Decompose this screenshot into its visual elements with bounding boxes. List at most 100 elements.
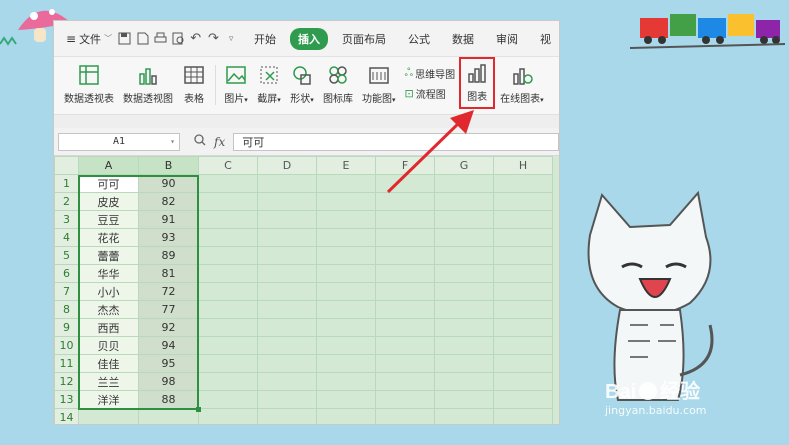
cell-empty[interactable]: [375, 318, 435, 337]
cell-empty[interactable]: [434, 264, 494, 283]
row-header[interactable]: 9: [54, 318, 79, 337]
cell-empty[interactable]: [316, 408, 376, 424]
cell-empty[interactable]: [434, 354, 494, 373]
cell-score[interactable]: 93: [138, 228, 199, 247]
cell-empty[interactable]: [434, 372, 494, 391]
cell-name[interactable]: 洋洋: [78, 390, 139, 409]
cell-empty[interactable]: [434, 210, 494, 229]
column-header-c[interactable]: C: [198, 156, 258, 175]
row-header[interactable]: 14: [54, 408, 79, 424]
cell-name[interactable]: 佳佳: [78, 354, 139, 373]
cell-empty[interactable]: [493, 372, 553, 391]
cell-empty[interactable]: [493, 318, 553, 337]
cell-score[interactable]: 92: [138, 318, 199, 337]
cell-empty[interactable]: [375, 264, 435, 283]
cell-name[interactable]: 花花: [78, 228, 139, 247]
cell-score[interactable]: 72: [138, 282, 199, 301]
cell-score[interactable]: 95: [138, 354, 199, 373]
cell-score[interactable]: 89: [138, 246, 199, 265]
cell-empty[interactable]: [198, 336, 258, 355]
function-icon[interactable]: fx: [214, 135, 225, 149]
select-all-corner[interactable]: [54, 156, 79, 175]
cell-empty[interactable]: [316, 210, 376, 229]
cell-empty[interactable]: [434, 246, 494, 265]
cell-empty[interactable]: [434, 174, 494, 193]
icon-library-button[interactable]: 图标库: [319, 63, 357, 105]
cell-empty[interactable]: [434, 336, 494, 355]
cell-name[interactable]: 可可: [78, 174, 139, 193]
cell-empty[interactable]: [493, 354, 553, 373]
cell-empty[interactable]: [316, 390, 376, 409]
cell-empty[interactable]: [257, 300, 317, 319]
cell-empty[interactable]: [198, 174, 258, 193]
pivot-chart-button[interactable]: 数据透视图: [119, 63, 177, 105]
cell-name[interactable]: 贝贝: [78, 336, 139, 355]
tab-home[interactable]: 开始: [246, 28, 284, 50]
cell-empty[interactable]: [316, 192, 376, 211]
column-header-h[interactable]: H: [493, 156, 553, 175]
cell-score[interactable]: [138, 408, 199, 424]
cell-empty[interactable]: [198, 210, 258, 229]
cell-score[interactable]: 91: [138, 210, 199, 229]
cell-name[interactable]: 豆豆: [78, 210, 139, 229]
row-header[interactable]: 12: [54, 372, 79, 391]
row-header[interactable]: 3: [54, 210, 79, 229]
cell-empty[interactable]: [493, 210, 553, 229]
cell-name[interactable]: 华华: [78, 264, 139, 283]
zoom-icon[interactable]: [194, 134, 206, 149]
row-header[interactable]: 5: [54, 246, 79, 265]
cell-empty[interactable]: [257, 372, 317, 391]
cell-empty[interactable]: [434, 390, 494, 409]
cell-empty[interactable]: [316, 228, 376, 247]
cell-empty[interactable]: [375, 246, 435, 265]
quick-access-dropdown-icon[interactable]: ▿: [223, 30, 239, 48]
row-header[interactable]: 13: [54, 390, 79, 409]
cell-empty[interactable]: [375, 390, 435, 409]
cell-empty[interactable]: [375, 174, 435, 193]
redo-icon[interactable]: ↷: [206, 30, 222, 48]
print-icon[interactable]: [152, 30, 168, 48]
cell-empty[interactable]: [434, 282, 494, 301]
cell-empty[interactable]: [375, 210, 435, 229]
tab-view[interactable]: 视: [532, 28, 559, 50]
cell-empty[interactable]: [257, 192, 317, 211]
cell-empty[interactable]: [316, 174, 376, 193]
cell-empty[interactable]: [198, 318, 258, 337]
cell-empty[interactable]: [493, 264, 553, 283]
row-header[interactable]: 4: [54, 228, 79, 247]
row-header[interactable]: 1: [54, 174, 79, 193]
cell-empty[interactable]: [316, 246, 376, 265]
cell-score[interactable]: 88: [138, 390, 199, 409]
cell-score[interactable]: 82: [138, 192, 199, 211]
cell-empty[interactable]: [434, 300, 494, 319]
cell-empty[interactable]: [198, 390, 258, 409]
cell-empty[interactable]: [198, 192, 258, 211]
undo-icon[interactable]: ↶: [188, 30, 204, 48]
fill-handle[interactable]: [196, 407, 201, 412]
cell-empty[interactable]: [198, 246, 258, 265]
cell-name[interactable]: [78, 408, 139, 424]
cell-empty[interactable]: [257, 210, 317, 229]
cell-empty[interactable]: [434, 318, 494, 337]
cell-empty[interactable]: [198, 408, 258, 424]
online-chart-button[interactable]: 在线图表▾: [496, 63, 548, 105]
cell-empty[interactable]: [493, 300, 553, 319]
cell-score[interactable]: 98: [138, 372, 199, 391]
cell-empty[interactable]: [316, 354, 376, 373]
tab-insert[interactable]: 插入: [289, 27, 328, 50]
cell-empty[interactable]: [375, 300, 435, 319]
cell-empty[interactable]: [375, 354, 435, 373]
picture-button[interactable]: 图片▾: [220, 63, 252, 105]
tab-page-layout[interactable]: 页面布局: [334, 28, 394, 50]
cell-empty[interactable]: [375, 336, 435, 355]
cell-name[interactable]: 皮皮: [78, 192, 139, 211]
cell-empty[interactable]: [257, 174, 317, 193]
cell-empty[interactable]: [316, 282, 376, 301]
cell-empty[interactable]: [257, 390, 317, 409]
cell-name[interactable]: 蕾蕾: [78, 246, 139, 265]
column-header-d[interactable]: D: [257, 156, 317, 175]
save-icon[interactable]: [117, 30, 133, 48]
cell-empty[interactable]: [198, 300, 258, 319]
cell-empty[interactable]: [257, 336, 317, 355]
export-icon[interactable]: [135, 30, 151, 48]
